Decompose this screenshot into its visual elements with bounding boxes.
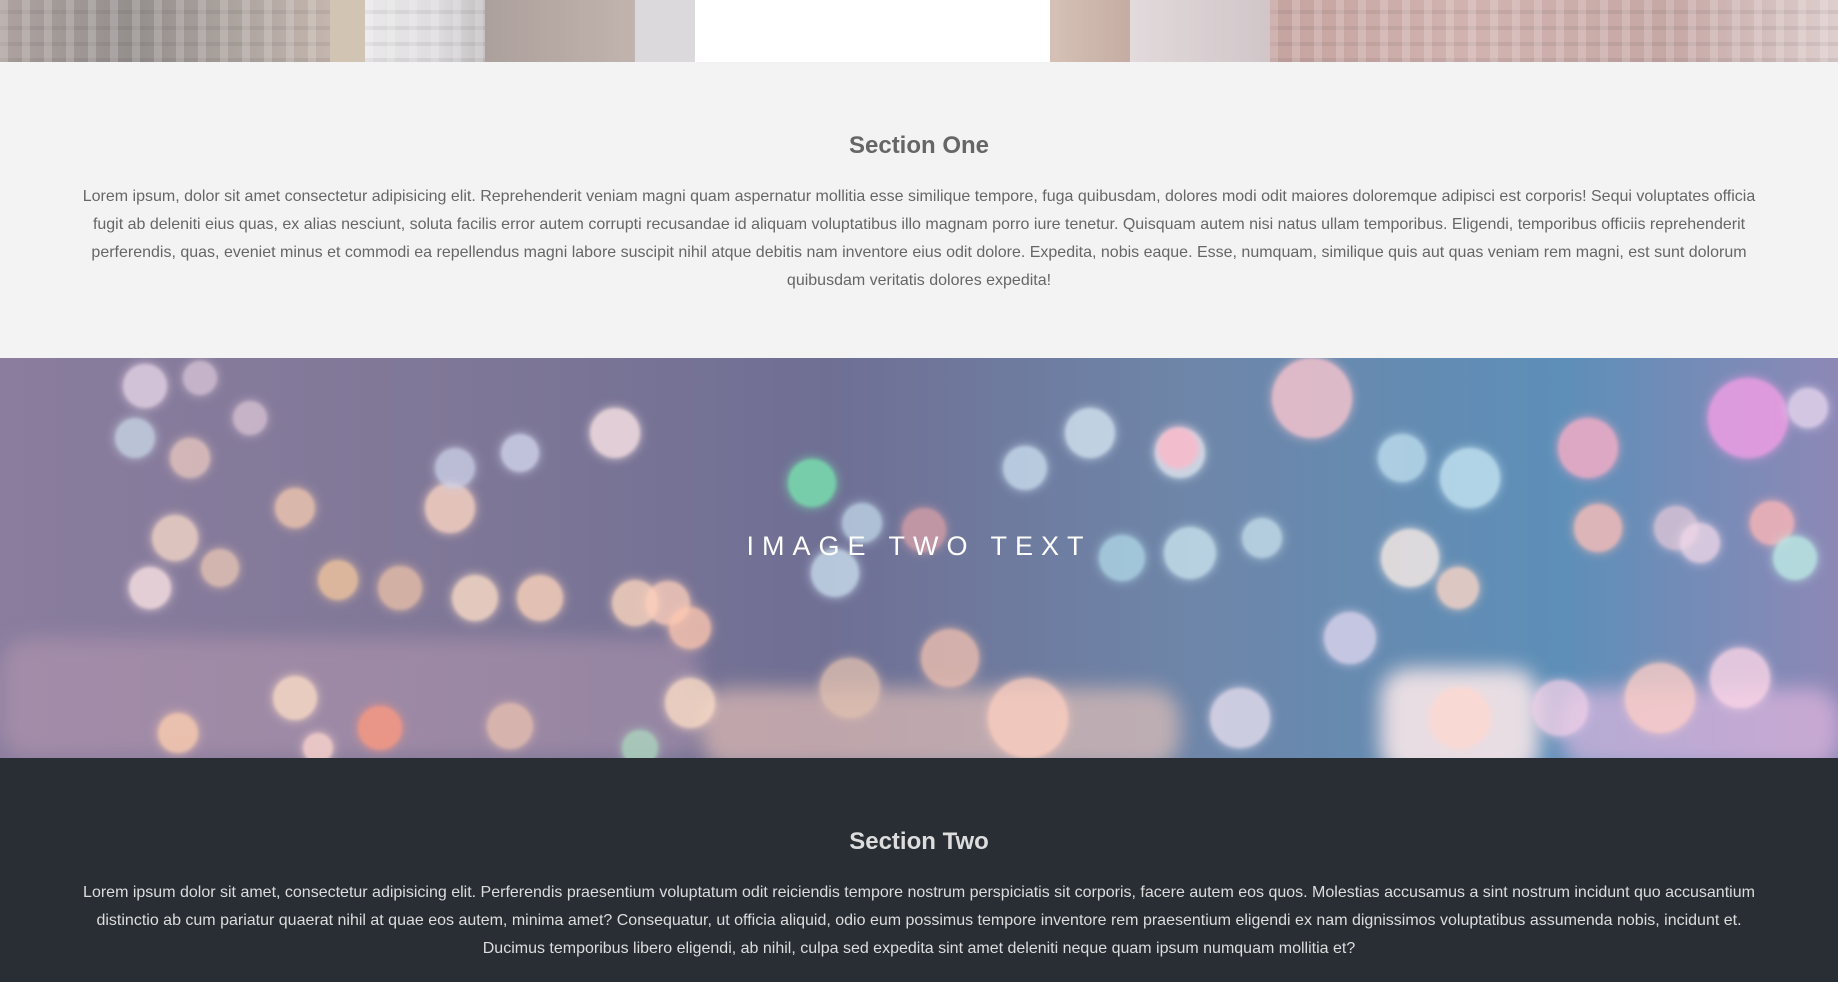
bokeh-light: [988, 678, 1068, 758]
bokeh-light: [358, 706, 402, 750]
bokeh-light: [1210, 688, 1270, 748]
image-two-caption: IMAGE TWO TEXT: [746, 531, 1092, 561]
bokeh-light: [1065, 408, 1115, 458]
bokeh-light: [183, 361, 217, 395]
bokeh-light: [275, 488, 315, 528]
image-overlay: [0, 0, 1838, 62]
bokeh-light: [1437, 567, 1479, 609]
bokeh-light: [1625, 663, 1695, 733]
bokeh-light: [788, 459, 836, 507]
bokeh-light: [1272, 358, 1352, 438]
section-one-heading: Section One: [848, 132, 990, 159]
bokeh-light: [1003, 446, 1047, 490]
image-two-background: IMAGE TWO TEXT: [0, 358, 1838, 758]
section-one-body: Lorem ipsum, dolor sit amet consectetur …: [82, 187, 1756, 289]
bokeh-light: [115, 418, 155, 458]
bokeh-light: [233, 401, 267, 435]
bokeh-light: [1324, 612, 1376, 664]
bokeh-light: [665, 678, 715, 728]
bokeh-light: [123, 364, 167, 408]
bokeh-light: [1440, 448, 1500, 508]
bokeh-light: [1532, 680, 1588, 736]
bokeh-light: [820, 658, 880, 718]
bokeh-light: [622, 730, 658, 758]
bokeh-light: [1788, 388, 1828, 428]
bokeh-light: [129, 567, 171, 609]
bokeh-light: [487, 703, 533, 749]
bokeh-light: [170, 438, 210, 478]
top-background-image: [0, 0, 1838, 62]
light-glow: [0, 638, 700, 758]
bokeh-light: [590, 408, 640, 458]
bokeh-light: [517, 575, 563, 621]
bokeh-light: [273, 676, 317, 720]
bokeh-light: [158, 713, 198, 753]
section-one: Section One Lorem ipsum, dolor sit amet …: [0, 62, 1838, 358]
bokeh-light: [1708, 378, 1788, 458]
bokeh-light: [1430, 688, 1490, 748]
bokeh-light: [1710, 648, 1770, 708]
bokeh-light: [1558, 418, 1618, 478]
bokeh-light: [435, 448, 475, 488]
section-two: Section Two Lorem ipsum dolor sit amet, …: [0, 758, 1838, 982]
bokeh-light: [378, 566, 422, 610]
bokeh-light: [669, 607, 711, 649]
bokeh-light: [1378, 434, 1426, 482]
section-two-heading: Section Two: [849, 828, 989, 855]
bokeh-light: [501, 434, 539, 472]
bokeh-light: [303, 733, 333, 758]
bokeh-light: [1158, 428, 1198, 468]
section-two-body: Lorem ipsum dolor sit amet, consectetur …: [83, 883, 1755, 957]
bokeh-light: [452, 575, 498, 621]
light-glow: [1560, 688, 1838, 758]
bokeh-light: [318, 560, 358, 600]
light-glow: [700, 688, 1180, 758]
bokeh-light: [921, 629, 979, 687]
